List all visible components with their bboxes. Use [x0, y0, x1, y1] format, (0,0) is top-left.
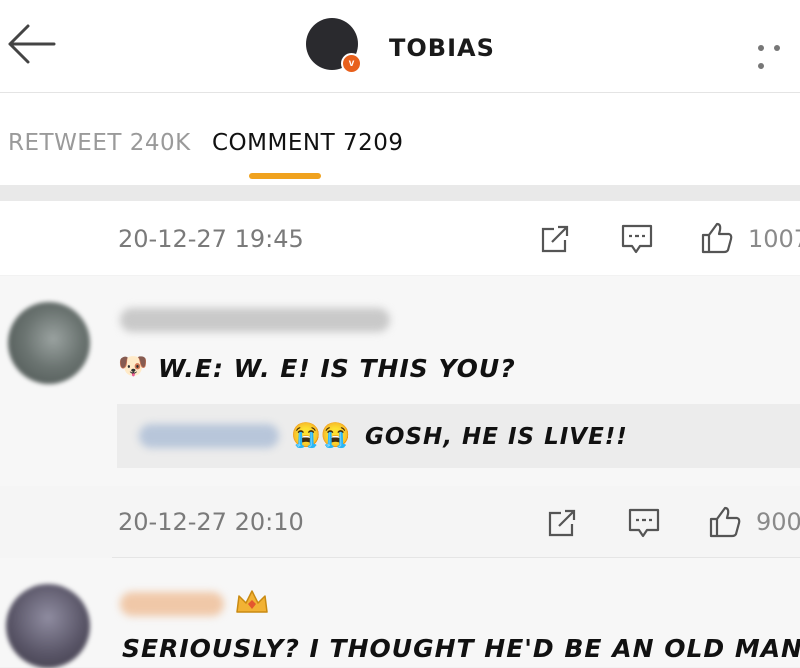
avatar[interactable] — [6, 584, 90, 668]
reply-preview[interactable]: 😭😭 GOSH, HE IS LIVE!! — [117, 404, 800, 468]
active-tab-indicator — [249, 173, 321, 179]
divider — [0, 185, 800, 201]
avatar[interactable] — [8, 302, 90, 384]
comment-timestamp: 20-12-27 20:10 — [118, 508, 304, 536]
top-bar: v TOBIAS — [0, 0, 800, 93]
comment-text: SERIOUSLY? I THOUGHT HE'D BE AN OLD MAN! — [122, 634, 800, 663]
comment-item: SERIOUSLY? I THOUGHT HE'D BE AN OLD MAN! — [0, 558, 800, 668]
username-blurred[interactable] — [120, 592, 224, 616]
tab-retweet[interactable]: RETWEET 240K — [8, 130, 191, 156]
like-count: 1007 — [748, 225, 800, 253]
tab-bar: RETWEET 240K COMMENT 7209 — [0, 93, 800, 185]
comment-timestamp: 20-12-27 19:45 — [118, 225, 304, 253]
share-icon[interactable] — [538, 222, 572, 256]
comment-icon[interactable] — [627, 506, 661, 540]
reply-text: GOSH, HE IS LIVE!! — [365, 424, 628, 450]
username-blurred[interactable] — [120, 308, 390, 332]
share-icon[interactable] — [545, 506, 579, 540]
arrow-left-icon[interactable] — [4, 22, 58, 66]
verified-badge: v — [341, 53, 362, 74]
comment-meta-row: 20-12-27 20:10 900 — [0, 486, 800, 558]
reply-username-blurred[interactable] — [139, 424, 279, 448]
crown-icon — [236, 590, 268, 613]
crying-emoji: 😭😭 — [291, 422, 351, 449]
more-dots-icon[interactable] — [758, 38, 800, 69]
thumbs-up-icon[interactable] — [700, 221, 734, 255]
comment-meta-row: 20-12-27 19:45 1007 — [0, 201, 800, 275]
like-count: 900 — [756, 508, 800, 536]
doge-emoji: 🐶 — [118, 353, 148, 380]
page-title: TOBIAS — [389, 34, 495, 62]
tab-comment[interactable]: COMMENT 7209 — [212, 130, 403, 156]
thumbs-up-icon[interactable] — [708, 505, 742, 539]
comment-text: W.E: W. E! IS THIS YOU? — [158, 354, 516, 383]
comment-icon[interactable] — [620, 222, 654, 256]
